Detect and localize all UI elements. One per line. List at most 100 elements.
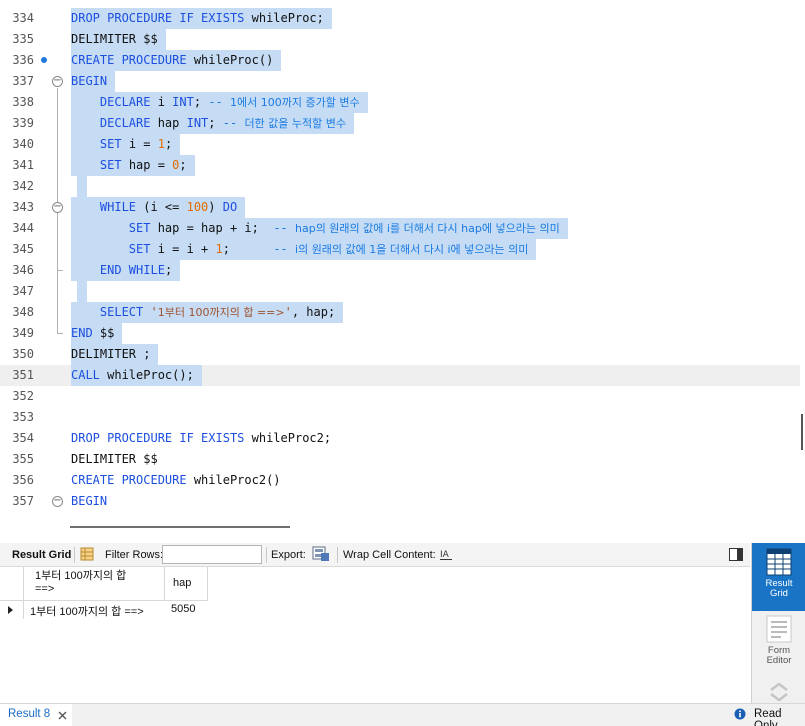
sql-editor[interactable]: 334 DROP PROCEDURE IF EXISTS whileProc; 33… xyxy=(0,0,805,520)
line-number: 352 xyxy=(12,389,34,403)
column-header-sum-label[interactable]: 1부터 100까지의 합 ==> xyxy=(24,567,165,601)
code-line[interactable]: 352 xyxy=(0,386,800,407)
code-line[interactable]: 349 END $$ xyxy=(0,323,800,344)
code-line[interactable]: 346 END WHILE; xyxy=(0,260,800,281)
info-icon xyxy=(734,708,746,720)
svg-text:IA: IA xyxy=(440,550,450,560)
form-editor-view-label: Form Editor xyxy=(766,645,792,666)
export-icon[interactable] xyxy=(312,546,330,562)
line-number: 349 xyxy=(12,326,34,340)
code-line[interactable]: 341 SET hap = 0; xyxy=(0,155,800,176)
code-text: BEGIN xyxy=(71,494,108,508)
fold-toggle-icon[interactable]: − xyxy=(52,496,63,507)
code-text: BEGIN xyxy=(71,71,116,92)
line-number: 336 xyxy=(12,53,34,67)
code-text: SET i = 1; xyxy=(71,134,181,155)
line-number: 335 xyxy=(12,32,34,46)
line-number: 342 xyxy=(12,179,34,193)
code-text xyxy=(77,176,87,197)
bottom-bar: Result 8 Read Only xyxy=(0,703,805,726)
toolbar-divider xyxy=(74,547,75,563)
code-line[interactable]: 344 SET hap = hap + i; -- hap의 원래의 값에 i를… xyxy=(0,218,800,239)
code-line[interactable]: 337 BEGIN xyxy=(0,71,800,92)
line-number: 350 xyxy=(12,347,34,361)
table-cell[interactable]: 5050 xyxy=(171,603,195,615)
code-line[interactable]: 343 WHILE (i <= 100) DO xyxy=(0,197,800,218)
code-text: END WHILE; xyxy=(71,260,181,281)
filter-rows-label: Filter Rows: xyxy=(105,549,164,561)
line-number: 354 xyxy=(12,431,34,445)
toggle-panel-icon[interactable] xyxy=(729,548,743,561)
line-number: 351 xyxy=(12,368,34,382)
toolbar-divider xyxy=(337,547,338,563)
code-line[interactable]: 345 SET i = i + 1; -- i의 원래의 값에 1을 더해서 다… xyxy=(0,239,800,260)
code-line[interactable]: 356 CREATE PROCEDURE whileProc2() xyxy=(0,470,800,491)
line-number: 348 xyxy=(12,305,34,319)
result-grid-view-button[interactable]: Result Grid xyxy=(752,543,805,611)
line-number: 355 xyxy=(12,452,34,466)
filter-rows-input[interactable] xyxy=(162,545,262,564)
code-line[interactable]: 338 DECLARE i INT; -- 1에서 100까지 증가할 변수 xyxy=(0,92,800,113)
code-text: DROP PROCEDURE IF EXISTS whileProc2; xyxy=(71,431,332,445)
current-statement-dot-icon xyxy=(41,57,47,63)
vertical-scrollbar[interactable] xyxy=(801,414,803,450)
code-text: SET i = i + 1; -- i의 원래의 값에 1을 더해서 다시 i에… xyxy=(71,239,537,260)
code-text: END $$ xyxy=(71,323,123,344)
grid-layout-icon[interactable] xyxy=(80,547,94,561)
code-line[interactable]: 340 SET i = 1; xyxy=(0,134,800,155)
line-number: 356 xyxy=(12,473,34,487)
code-line[interactable]: 348 SELECT '1부터 100까지의 합 ==>', hap; xyxy=(0,302,800,323)
wrap-cell-content-label: Wrap Cell Content: xyxy=(343,549,436,561)
code-line[interactable]: 334 DROP PROCEDURE IF EXISTS whileProc; xyxy=(0,8,800,29)
fold-guide-end xyxy=(57,333,63,334)
form-editor-icon xyxy=(766,615,792,643)
code-line[interactable]: 353 xyxy=(0,407,800,428)
code-line[interactable]: 354 DROP PROCEDURE IF EXISTS whileProc2; xyxy=(0,428,800,449)
code-text: DELIMITER $$ xyxy=(71,452,158,466)
tab-result-8[interactable]: Result 8 xyxy=(0,704,72,726)
column-header-hap[interactable]: hap xyxy=(165,567,208,601)
line-number: 343 xyxy=(12,200,34,214)
toolbar-divider xyxy=(266,547,267,563)
code-line[interactable]: 339 DECLARE hap INT; -- 더한 값을 누적할 변수 xyxy=(0,113,800,134)
export-label: Export: xyxy=(271,549,306,561)
code-line[interactable]: 335 DELIMITER $$ xyxy=(0,29,800,50)
result-grid-label[interactable]: Result Grid xyxy=(12,549,71,561)
horizontal-scrollbar[interactable] xyxy=(70,526,290,528)
read-only-status: Read Only xyxy=(754,708,782,726)
line-number: 357 xyxy=(12,494,34,508)
line-number: 344 xyxy=(12,221,34,235)
line-number: 347 xyxy=(12,284,34,298)
line-number: 338 xyxy=(12,95,34,109)
table-cell[interactable]: 1부터 100까지의 합 ==> xyxy=(30,603,144,619)
wrap-text-icon[interactable]: IA xyxy=(439,547,453,561)
row-pointer-icon xyxy=(8,606,13,614)
line-number: 337 xyxy=(12,74,34,88)
fold-toggle-icon[interactable]: − xyxy=(52,202,63,213)
code-line[interactable]: 342 xyxy=(0,176,800,197)
line-number: 341 xyxy=(12,158,34,172)
code-text: SET hap = hap + i; -- hap의 원래의 값에 i를 더해서… xyxy=(71,218,568,239)
form-editor-view-button[interactable]: Form Editor xyxy=(752,615,805,677)
result-grid[interactable]: 1부터 100까지의 합 ==> hap 1부터 100까지의 합 ==> 50… xyxy=(0,567,750,703)
code-line[interactable]: 351 CALL whileProc(); xyxy=(0,365,800,386)
code-text: SET hap = 0; xyxy=(71,155,195,176)
close-icon[interactable] xyxy=(58,711,67,720)
code-line[interactable]: 336 CREATE PROCEDURE whileProc() xyxy=(0,50,800,71)
code-line[interactable]: 357 BEGIN xyxy=(0,491,800,512)
grid-corner xyxy=(0,567,24,601)
row-selector[interactable] xyxy=(0,601,24,619)
line-number: 346 xyxy=(12,263,34,277)
result-grid-view-label: Result Grid xyxy=(765,578,793,599)
code-line[interactable]: 350 DELIMITER ; xyxy=(0,344,800,365)
scroll-chevrons-icon[interactable] xyxy=(768,681,790,703)
code-text: WHILE (i <= 100) DO xyxy=(71,197,246,218)
code-text xyxy=(77,281,87,302)
fold-toggle-icon[interactable]: − xyxy=(52,76,63,87)
code-text: CALL whileProc(); xyxy=(71,365,202,386)
code-line[interactable]: 355 DELIMITER $$ xyxy=(0,449,800,470)
code-line[interactable]: 347 xyxy=(0,281,800,302)
result-toolbar: Result Grid Filter Rows: Export: Wrap Ce… xyxy=(0,543,750,567)
